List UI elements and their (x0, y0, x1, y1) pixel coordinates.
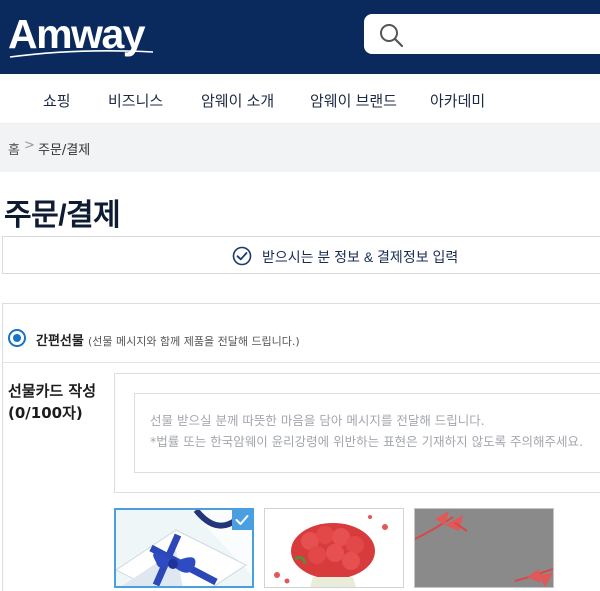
gift-option-title: 간편선물 (36, 334, 84, 349)
nav-item-business[interactable]: 비즈니스 (108, 90, 163, 111)
gift-option-label[interactable]: 간편선물 (선물 메시지와 함께 제품을 전달해 드립니다.) (36, 330, 300, 349)
gift-option-radio[interactable] (8, 329, 26, 347)
form-divider (2, 362, 600, 363)
nav-item-shopping[interactable]: 쇼핑 (43, 90, 71, 111)
gift-message-placeholder-2: *법률 또는 한국암웨이 윤리강령에 위반하는 표현은 기재하지 않도록 주의해… (150, 434, 584, 449)
gift-card-char-count: (0/100자) (8, 404, 83, 422)
nav-item-about[interactable]: 암웨이 소개 (201, 90, 274, 111)
gift-design-grey-ribbon[interactable] (414, 508, 554, 588)
page-title: 주문/결제 (4, 199, 121, 232)
gift-design-blue-ribbon[interactable] (114, 508, 254, 588)
gift-design-red-roses[interactable] (264, 508, 404, 588)
step-label: 받으시는 분 정보 & 결제정보 입력 (262, 249, 459, 265)
gift-option-note: (선물 메시지와 함께 제품을 전달해 드립니다.) (87, 335, 300, 348)
breadcrumb: 홈 > 주문/결제 (0, 124, 600, 172)
amway-logo[interactable]: Amway (8, 6, 158, 62)
ribbon-wrap-illustration (415, 509, 553, 587)
nav-item-academy[interactable]: 아카데미 (430, 90, 485, 111)
breadcrumb-separator: > (24, 138, 35, 153)
check-circle-icon (232, 246, 252, 266)
breadcrumb-current: 주문/결제 (38, 143, 91, 158)
gift-message-placeholder-1: 선물 받으실 분께 따뜻한 마음을 담아 메시지를 전달해 드립니다. (150, 413, 485, 428)
nav-item-brand[interactable]: 암웨이 브랜드 (310, 90, 397, 111)
main-nav: 쇼핑 비즈니스 암웨이 소개 암웨이 브랜드 아카데미 (0, 74, 600, 124)
search-input[interactable] (364, 14, 600, 54)
search-icon[interactable] (378, 22, 404, 48)
rose-bouquet-illustration (265, 509, 403, 587)
radio-selected-dot (13, 334, 21, 342)
site-header: Amway (0, 0, 600, 74)
breadcrumb-home[interactable]: 홈 (8, 139, 20, 158)
step-indicator: 받으시는 분 정보 & 결제정보 입력 (2, 236, 600, 274)
gift-card-label-title: 선물카드 작성 (8, 382, 97, 400)
selected-check-icon (232, 510, 252, 530)
gift-card-label: 선물카드 작성 (0/100자) (8, 380, 96, 424)
logo-swoosh-icon (9, 49, 154, 58)
